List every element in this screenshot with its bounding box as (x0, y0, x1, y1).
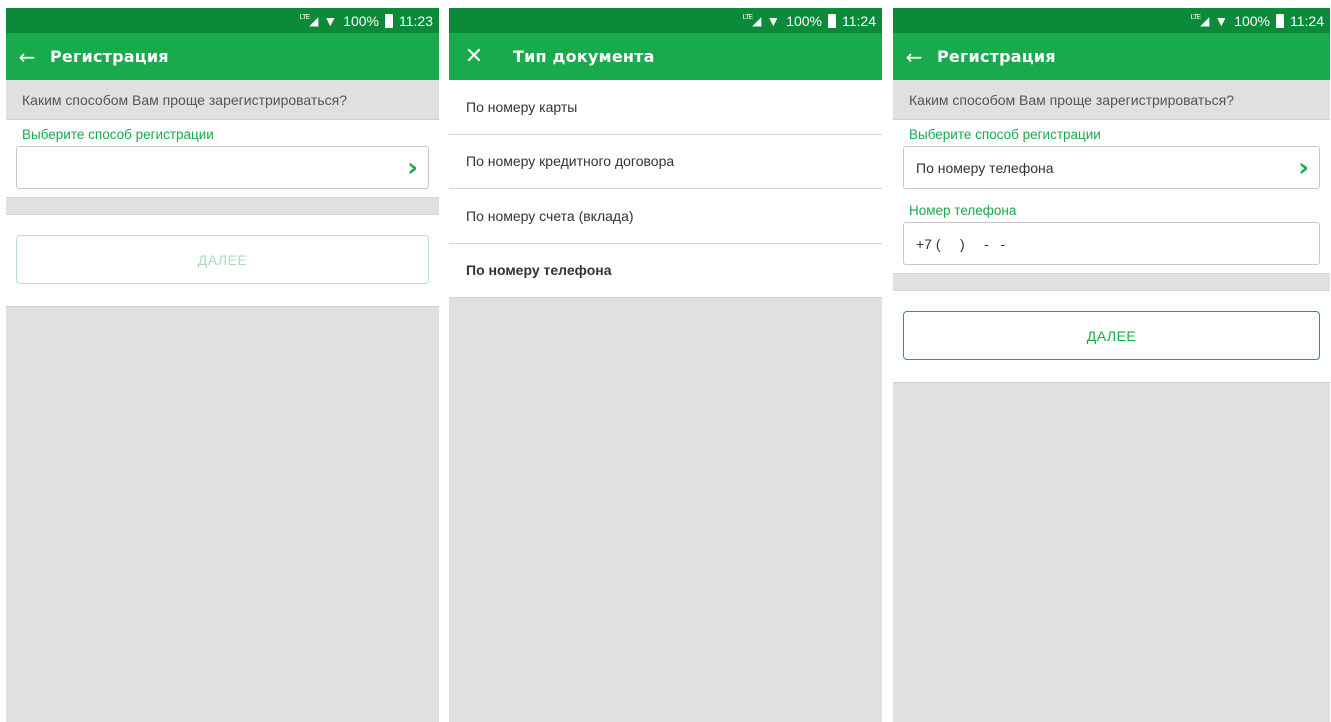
battery-percent: 100% (343, 12, 379, 29)
page-title: Тип документа (513, 47, 655, 66)
option-card-number[interactable]: По номеру карты (449, 80, 882, 135)
screen-document-type: LTE◢ ▼ 100% 11:24 ✕ Тип документа По ном… (449, 8, 882, 722)
wifi-icon: ▼ (1214, 12, 1229, 29)
battery-percent: 100% (786, 12, 822, 29)
phone-mask: +7 ( ) - - (916, 235, 1006, 252)
back-arrow-icon[interactable]: ← (893, 45, 935, 69)
status-bar: LTE◢ ▼ 100% 11:24 (449, 8, 882, 33)
method-label: Выберите способ регистрации (22, 127, 214, 142)
battery-icon (828, 13, 836, 28)
method-label: Выберите способ регистрации (909, 127, 1101, 142)
registration-prompt: Каким способом Вам проще зарегистрироват… (6, 80, 439, 120)
battery-icon (1276, 13, 1284, 28)
screen-registration-phone: LTE◢ ▼ 100% 11:24 ← Регистрация Каким сп… (893, 8, 1330, 722)
back-arrow-icon[interactable]: ← (6, 45, 48, 69)
method-card: Выберите способ регистрации › (6, 120, 439, 197)
divider (893, 273, 1330, 291)
method-select[interactable]: По номеру телефона › (903, 146, 1320, 189)
divider (6, 197, 439, 215)
chevron-right-icon: › (1298, 152, 1309, 183)
wifi-icon: ▼ (766, 12, 781, 29)
option-credit-contract[interactable]: По номеру кредитного договора (449, 135, 882, 189)
app-bar: ← Регистрация (893, 33, 1330, 80)
phone-label: Номер телефона (909, 203, 1017, 218)
app-bar: ← Регистрация (6, 33, 439, 80)
close-icon[interactable]: ✕ (449, 44, 499, 69)
option-account-number[interactable]: По номеру счета (вклада) (449, 189, 882, 244)
signal-icon: LTE◢ (1190, 13, 1210, 28)
screen-registration-empty: LTE◢ ▼ 100% 11:23 ← Регистрация Каким сп… (6, 8, 439, 722)
method-select[interactable]: › (16, 146, 429, 189)
button-area: ДАЛЕЕ (6, 215, 439, 307)
next-button[interactable]: ДАЛЕЕ (16, 235, 429, 284)
method-value: По номеру телефона (916, 159, 1054, 176)
option-phone-number[interactable]: По номеру телефона (449, 244, 882, 298)
chevron-right-icon: › (407, 152, 418, 183)
registration-prompt: Каким способом Вам проще зарегистрироват… (893, 80, 1330, 120)
clock: 11:24 (842, 12, 876, 29)
page-title: Регистрация (937, 47, 1056, 66)
wifi-icon: ▼ (323, 12, 338, 29)
app-bar: ✕ Тип документа (449, 33, 882, 80)
document-type-list: По номеру карты По номеру кредитного дог… (449, 80, 882, 298)
page-title: Регистрация (50, 47, 169, 66)
battery-percent: 100% (1234, 12, 1270, 29)
method-card: Выберите способ регистрации По номеру те… (893, 120, 1330, 273)
battery-icon (385, 13, 393, 28)
status-bar: LTE◢ ▼ 100% 11:24 (893, 8, 1330, 33)
status-bar: LTE◢ ▼ 100% 11:23 (6, 8, 439, 33)
clock: 11:24 (1290, 12, 1324, 29)
next-button[interactable]: ДАЛЕЕ (903, 311, 1320, 360)
clock: 11:23 (399, 12, 433, 29)
phone-input[interactable]: +7 ( ) - - (903, 222, 1320, 265)
signal-icon: LTE◢ (742, 13, 762, 28)
button-area: ДАЛЕЕ (893, 291, 1330, 383)
signal-icon: LTE◢ (299, 13, 319, 28)
